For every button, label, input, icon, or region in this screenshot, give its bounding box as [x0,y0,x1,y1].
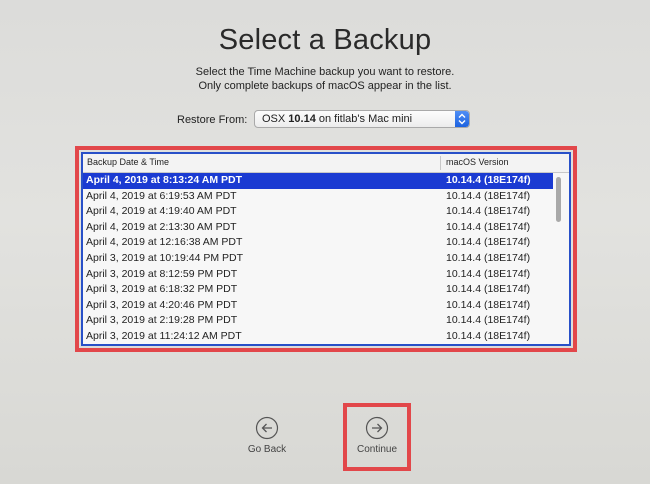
macos-version-cell: 10.14.4 (18E174f) [446,205,531,218]
table-row[interactable]: April 4, 2019 at 4:19:40 AM PDT 10.14.4 (… [83,204,553,220]
macos-version-cell: 10.14.4 (18E174f) [446,236,531,249]
list-header: Backup Date & Time macOS Version [83,154,569,173]
continue-label: Continue [356,444,398,455]
backup-date-cell: April 4, 2019 at 8:13:24 AM PDT [86,174,243,186]
backup-list[interactable]: Backup Date & Time macOS Version April 4… [81,152,571,346]
column-header-date[interactable]: Backup Date & Time [87,157,169,167]
scrollbar-thumb[interactable] [556,177,561,222]
table-row[interactable]: April 3, 2019 at 11:24:12 AM PDT 10.14.4 … [83,329,553,344]
table-row[interactable]: April 4, 2019 at 2:13:30 AM PDT 10.14.4 (… [83,220,553,236]
backup-date-cell: April 4, 2019 at 2:13:30 AM PDT [86,220,237,233]
backup-date-cell: April 3, 2019 at 11:24:12 AM PDT [86,329,242,342]
macos-version-cell: 10.14.4 (18E174f) [446,220,531,233]
restore-from-select[interactable]: OSX 10.14 on fitlab's Mac mini [254,110,470,128]
backup-date-cell: April 4, 2019 at 6:19:53 AM PDT [86,189,237,202]
backup-date-cell: April 4, 2019 at 4:19:40 AM PDT [86,205,237,218]
arrow-right-circle-icon [365,416,389,440]
go-back-button[interactable]: Go Back [237,416,297,455]
subtitle-line-2: Only complete backups of macOS appear in… [198,80,452,92]
page-title: Select a Backup [218,24,432,56]
column-divider [440,156,441,170]
restore-from-label: Restore From: [177,114,248,126]
table-row[interactable]: April 4, 2019 at 6:19:53 AM PDT 10.14.4 (… [83,189,553,205]
macos-version-cell: 10.14.4 (18E174f) [446,314,531,327]
backup-date-cell: April 3, 2019 at 8:12:59 PM PDT [86,267,238,280]
backup-date-cell: April 3, 2019 at 10:19:44 PM PDT [86,251,244,264]
backup-date-cell: April 3, 2019 at 4:20:46 PM PDT [86,298,238,311]
table-row[interactable]: April 4, 2019 at 12:16:38 AM PDT 10.14.4 … [83,235,553,251]
column-header-version[interactable]: macOS Version [446,157,509,167]
table-row[interactable]: April 3, 2019 at 4:20:46 PM PDT 10.14.4 (… [83,298,553,314]
select-value-suffix: on fitlab's Mac mini [315,113,413,125]
go-back-label: Go Back [247,444,287,455]
continue-button[interactable]: Continue [345,416,409,455]
backup-date-cell: April 3, 2019 at 2:19:28 PM PDT [86,314,238,327]
select-value-version: 10.14 [288,113,316,125]
macos-version-cell: 10.14.4 (18E174f) [446,283,531,296]
macos-version-cell: 10.14.4 (18E174f) [446,298,531,311]
select-value-prefix: OSX [262,113,289,125]
table-row[interactable]: April 4, 2019 at 8:13:24 AM PDT 10.14.4 (… [83,173,553,189]
table-row[interactable]: April 3, 2019 at 10:19:44 PM PDT 10.14.4 … [83,251,553,267]
table-row[interactable]: April 3, 2019 at 8:12:59 PM PDT 10.14.4 (… [83,267,553,283]
table-row[interactable]: April 3, 2019 at 2:19:28 PM PDT 10.14.4 (… [83,313,553,329]
scrollbar[interactable] [555,175,563,343]
macos-version-cell: 10.14.4 (18E174f) [446,189,531,202]
backup-rows: April 4, 2019 at 8:13:24 AM PDT 10.14.4 (… [83,173,553,344]
arrow-left-circle-icon [255,416,279,440]
macos-version-cell: 10.14.4 (18E174f) [446,174,531,186]
chevron-up-down-icon[interactable] [455,111,469,127]
table-row[interactable]: April 3, 2019 at 6:18:32 PM PDT 10.14.4 (… [83,282,553,298]
subtitle-line-1: Select the Time Machine backup you want … [195,66,455,78]
macos-version-cell: 10.14.4 (18E174f) [446,329,531,342]
backup-date-cell: April 3, 2019 at 6:18:32 PM PDT [86,283,238,296]
backup-date-cell: April 4, 2019 at 12:16:38 AM PDT [86,236,243,249]
macos-version-cell: 10.14.4 (18E174f) [446,267,531,280]
macos-version-cell: 10.14.4 (18E174f) [446,251,531,264]
